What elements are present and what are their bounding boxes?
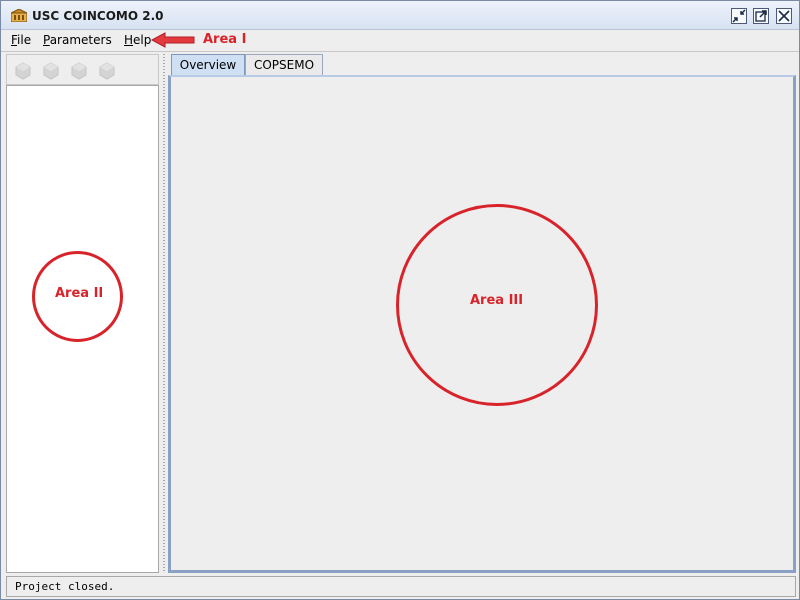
status-bar: Project closed.: [6, 576, 796, 597]
divider-grip: [163, 54, 165, 573]
right-panel: Overview COPSEMO Area III: [168, 54, 796, 573]
menu-file[interactable]: File: [11, 33, 31, 47]
close-icon: [778, 10, 790, 22]
gem-icon[interactable]: [13, 61, 33, 81]
window-title: USC COINCOMO 2.0: [32, 9, 164, 23]
app-icon: [11, 9, 27, 22]
left-toolbar: [6, 54, 159, 85]
left-panel: Area II: [6, 54, 159, 573]
gem-icon[interactable]: [97, 61, 117, 81]
area-three-label: Area III: [470, 293, 524, 308]
gem-icon[interactable]: [41, 61, 61, 81]
project-tree-area[interactable]: Area II: [6, 85, 159, 573]
area-two-label: Area II: [55, 286, 104, 301]
application-window: USC COINCOMO 2.0 File Parameters Help Ar…: [0, 0, 800, 600]
title-bar[interactable]: USC COINCOMO 2.0: [1, 1, 799, 30]
menu-bar: File Parameters Help: [1, 30, 799, 52]
close-button[interactable]: [776, 8, 792, 24]
restore-down-icon: [732, 9, 746, 23]
arrow-left-icon: [151, 32, 195, 48]
tab-overview[interactable]: Overview: [171, 54, 245, 75]
gem-icon[interactable]: [69, 61, 89, 81]
split-pane-divider[interactable]: [161, 54, 167, 573]
maximize-icon: [755, 10, 767, 22]
tab-copsemo[interactable]: COPSEMO: [245, 54, 323, 75]
status-text: Project closed.: [15, 580, 115, 593]
area-one-label: Area I: [203, 32, 247, 47]
menu-help[interactable]: Help: [124, 33, 151, 47]
maximize-button[interactable]: [753, 8, 769, 24]
menu-parameters[interactable]: Parameters: [43, 33, 112, 47]
tab-content-area: Area III: [168, 75, 796, 573]
restore-down-button[interactable]: [731, 8, 747, 24]
